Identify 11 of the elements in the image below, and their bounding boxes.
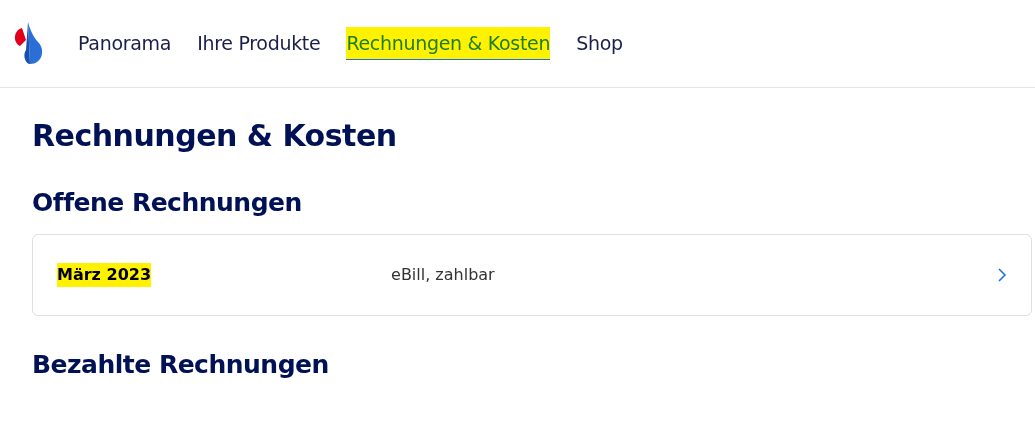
page-title: Rechnungen & Kosten — [32, 118, 398, 154]
invoice-detail: eBill, zahlbar — [391, 264, 495, 286]
invoice-period: März 2023 — [57, 263, 152, 287]
nav-tab[interactable]: Ihre Produkte — [197, 27, 321, 60]
nav-tab[interactable]: Shop — [576, 27, 623, 60]
nav-tab[interactable]: Panorama — [78, 27, 172, 60]
chevron-right-icon — [997, 267, 1007, 283]
section-title: Offene Rechnungen — [32, 188, 303, 218]
section-title: Bezahlte Rechnungen — [32, 350, 330, 380]
nav-tab[interactable]: Rechnungen & Kosten — [346, 26, 551, 61]
invoice-row[interactable]: März 2023 eBill, zahlbar — [32, 234, 1032, 316]
